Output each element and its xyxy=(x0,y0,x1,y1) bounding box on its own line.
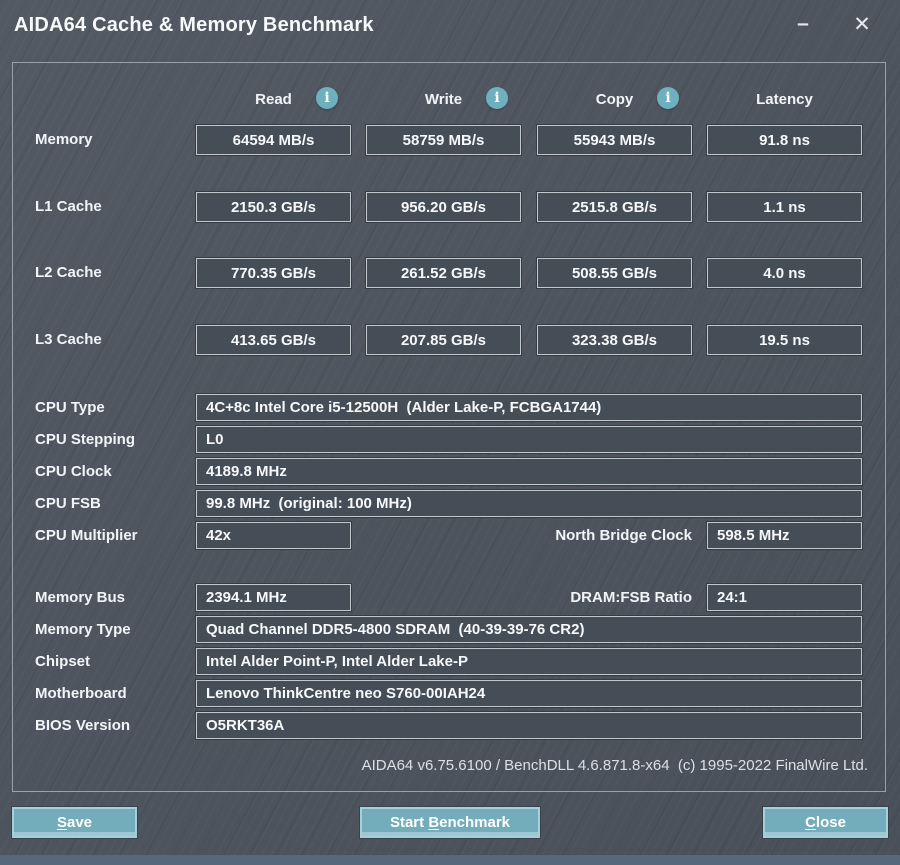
result-l3-copy: 323.38 GB/s xyxy=(537,325,692,355)
minimize-button[interactable]: – xyxy=(786,6,820,42)
window-bottom-edge xyxy=(0,855,900,865)
value-memory-type: Quad Channel DDR5-4800 SDRAM (40-39-39-7… xyxy=(196,616,862,643)
result-l1-copy: 2515.8 GB/s xyxy=(537,192,692,222)
column-header-read: Read i xyxy=(196,87,351,110)
row-label-cpu-fsb: CPU FSB xyxy=(35,495,101,512)
start-benchmark-button[interactable]: Start Benchmark xyxy=(360,807,540,838)
value-cpu-fsb: 99.8 MHz (original: 100 MHz) xyxy=(196,490,862,517)
close-button-mnemonic: C xyxy=(805,814,816,831)
close-icon: ✕ xyxy=(853,12,871,36)
column-header-latency: Latency xyxy=(707,88,862,110)
close-window-button[interactable]: Close xyxy=(763,807,888,838)
start-benchmark-label-pre: Start xyxy=(389,814,429,831)
label-dram-fsb-ratio: DRAM:FSB Ratio xyxy=(570,589,692,606)
column-header-write: Write i xyxy=(366,87,521,110)
result-l2-copy: 508.55 GB/s xyxy=(537,258,692,288)
result-l2-latency: 4.0 ns xyxy=(707,258,862,288)
aida64-benchmark-window: AIDA64 Cache & Memory Benchmark – ✕ Read… xyxy=(0,0,900,865)
value-cpu-multiplier: 42x xyxy=(196,522,351,549)
result-l3-write: 207.85 GB/s xyxy=(366,325,521,355)
result-memory-copy: 55943 MB/s xyxy=(537,125,692,155)
info-icon[interactable]: i xyxy=(486,87,508,109)
result-l3-read: 413.65 GB/s xyxy=(196,325,351,355)
column-header-write-label: Write xyxy=(424,90,463,108)
column-header-latency-label: Latency xyxy=(756,90,813,108)
start-benchmark-label-post: enchmark xyxy=(439,814,511,831)
value-motherboard: Lenovo ThinkCentre neo S760-00IAH24 xyxy=(196,680,862,707)
row-label-chipset: Chipset xyxy=(35,653,91,670)
info-icon[interactable]: i xyxy=(657,87,679,109)
value-cpu-clock: 4189.8 MHz xyxy=(196,458,862,485)
row-label-memory: Memory xyxy=(35,131,93,148)
column-header-copy-label: Copy xyxy=(595,90,634,108)
close-button[interactable]: ✕ xyxy=(845,6,879,42)
save-button-label-post: ave xyxy=(66,814,93,831)
value-memory-bus: 2394.1 MHz xyxy=(196,584,351,611)
row-label-memory-bus: Memory Bus xyxy=(35,589,126,606)
close-button-label-post: lose xyxy=(815,814,846,831)
version-footer: AIDA64 v6.75.6100 / BenchDLL 4.6.871.8-x… xyxy=(361,757,868,774)
result-memory-write: 58759 MB/s xyxy=(366,125,521,155)
start-benchmark-mnemonic: B xyxy=(428,814,440,831)
window-title: AIDA64 Cache & Memory Benchmark xyxy=(14,14,374,36)
row-label-cpu-type: CPU Type xyxy=(35,399,105,416)
column-header-read-label: Read xyxy=(255,90,292,108)
result-l2-write: 261.52 GB/s xyxy=(366,258,521,288)
row-label-l2-cache: L2 Cache xyxy=(35,264,102,281)
row-label-memory-type: Memory Type xyxy=(35,621,131,638)
value-bios-version: O5RKT36A xyxy=(196,712,862,739)
row-label-l3-cache: L3 Cache xyxy=(35,331,102,348)
value-chipset: Intel Alder Point-P, Intel Alder Lake-P xyxy=(196,648,862,675)
result-l2-read: 770.35 GB/s xyxy=(196,258,351,288)
row-label-cpu-multiplier: CPU Multiplier xyxy=(35,527,138,544)
row-label-motherboard: Motherboard xyxy=(35,685,127,702)
save-button-mnemonic: S xyxy=(56,814,67,831)
result-l1-write: 956.20 GB/s xyxy=(366,192,521,222)
row-label-cpu-clock: CPU Clock xyxy=(35,463,112,480)
info-icon[interactable]: i xyxy=(316,87,338,109)
result-l1-latency: 1.1 ns xyxy=(707,192,862,222)
row-label-l1-cache: L1 Cache xyxy=(35,198,102,215)
value-cpu-type: 4C+8c Intel Core i5-12500H (Alder Lake-P… xyxy=(196,394,862,421)
save-button[interactable]: Save xyxy=(12,807,137,838)
minimize-icon: – xyxy=(797,12,809,35)
column-header-copy: Copy i xyxy=(537,87,692,110)
label-north-bridge-clock: North Bridge Clock xyxy=(555,527,692,544)
value-dram-fsb-ratio: 24:1 xyxy=(707,584,862,611)
value-cpu-stepping: L0 xyxy=(196,426,862,453)
row-label-cpu-stepping: CPU Stepping xyxy=(35,431,135,448)
result-memory-read: 64594 MB/s xyxy=(196,125,351,155)
result-memory-latency: 91.8 ns xyxy=(707,125,862,155)
result-l3-latency: 19.5 ns xyxy=(707,325,862,355)
row-label-bios-version: BIOS Version xyxy=(35,717,131,734)
result-l1-read: 2150.3 GB/s xyxy=(196,192,351,222)
value-north-bridge-clock: 598.5 MHz xyxy=(707,522,862,549)
